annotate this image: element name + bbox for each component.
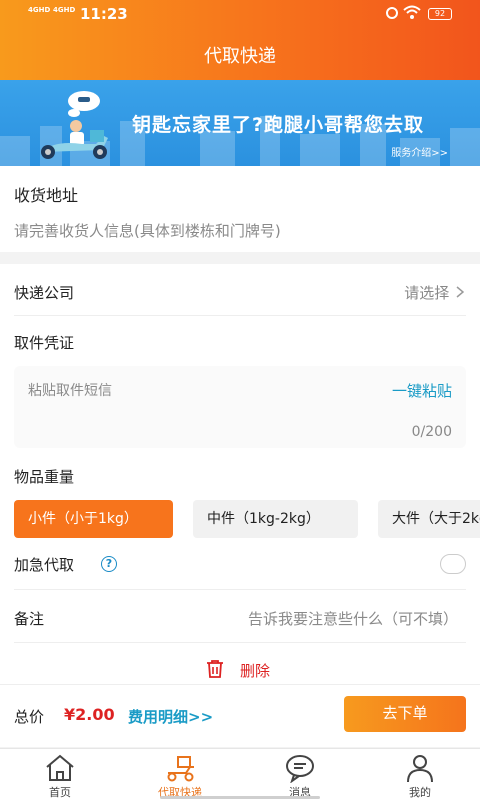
address-section[interactable]: 收货地址 请完善收货人信息(具体到楼栋和门牌号) xyxy=(0,166,480,252)
service-intro-link[interactable]: 服务介绍>> xyxy=(391,144,448,159)
paste-button[interactable]: 一键粘贴 xyxy=(392,380,452,401)
bottom-tab-bar: 首页 代取快递 消息 我的 xyxy=(0,748,480,800)
delivery-scooter-icon xyxy=(167,756,194,782)
weight-option-large[interactable]: 大件（大于2kg） xyxy=(378,500,480,538)
message-icon xyxy=(286,755,314,783)
divider xyxy=(14,642,466,643)
alarm-icon xyxy=(386,7,398,19)
battery-icon: 92 xyxy=(428,8,452,20)
remark-input[interactable]: 告诉我要注意些什么（可不填） xyxy=(248,608,458,629)
user-icon xyxy=(407,755,433,783)
urgent-label: 加急代取 xyxy=(14,556,75,574)
tab-home[interactable]: 首页 xyxy=(0,749,120,800)
top-header: 4GHD 4GHD 11:23 92 代取快递 xyxy=(0,0,480,80)
total-amount: ¥2.00 xyxy=(64,705,115,724)
pickup-message-input[interactable]: 粘贴取件短信 一键粘贴 0/200 xyxy=(14,366,466,448)
delivery-rider-illustration xyxy=(41,91,108,159)
place-order-button[interactable]: 去下单 xyxy=(344,696,466,732)
home-indicator xyxy=(160,796,320,799)
status-bar: 4GHD 4GHD 11:23 92 xyxy=(0,0,480,28)
network-indicator-2: 4GHD xyxy=(53,6,76,14)
total-label: 总价 xyxy=(14,708,45,726)
urgent-toggle[interactable] xyxy=(440,554,466,574)
trash-icon xyxy=(206,659,224,683)
tab-profile[interactable]: 我的 xyxy=(360,749,480,800)
delete-label: 删除 xyxy=(240,662,271,680)
tab-profile-label: 我的 xyxy=(409,786,431,799)
chevron-right-icon xyxy=(456,284,465,302)
status-time: 11:23 xyxy=(80,5,128,23)
remark-label: 备注 xyxy=(14,610,45,628)
home-icon xyxy=(46,754,74,781)
char-counter: 0/200 xyxy=(411,424,452,440)
tab-express-pickup[interactable]: 代取快递 xyxy=(120,749,240,800)
address-title: 收货地址 xyxy=(14,186,79,205)
banner-slogan: 钥匙忘家里了?跑腿小哥帮您去取 xyxy=(132,114,425,136)
divider xyxy=(0,684,480,685)
wifi-icon xyxy=(402,4,422,24)
promo-banner[interactable]: 钥匙忘家里了?跑腿小哥帮您去取 服务介绍>> xyxy=(0,80,480,166)
weight-label: 物品重量 xyxy=(14,468,75,486)
pickup-placeholder: 粘贴取件短信 xyxy=(28,383,112,399)
divider xyxy=(14,315,466,316)
page-title: 代取快递 xyxy=(204,46,276,67)
tab-home-label: 首页 xyxy=(49,786,71,799)
address-placeholder[interactable]: 请完善收货人信息(具体到楼栋和门牌号) xyxy=(14,220,281,241)
order-form: 快递公司 请选择 取件凭证 粘贴取件短信 一键粘贴 0/200 物品重量 小件（… xyxy=(0,264,480,747)
weight-option-small[interactable]: 小件（小于1kg） xyxy=(14,500,173,538)
tab-messages[interactable]: 消息 xyxy=(240,749,360,800)
courier-select-value: 请选择 xyxy=(404,284,450,302)
weight-option-medium[interactable]: 中件（1kg-2kg） xyxy=(193,500,358,538)
courier-label: 快递公司 xyxy=(14,284,75,302)
divider xyxy=(14,589,466,590)
pickup-label: 取件凭证 xyxy=(14,334,75,352)
question-circle-icon[interactable]: ? xyxy=(101,556,117,572)
courier-select[interactable]: 请选择 xyxy=(404,282,465,303)
fee-detail-link[interactable]: 费用明细>> xyxy=(128,706,213,727)
network-indicator-1: 4GHD xyxy=(28,6,51,14)
delete-button[interactable]: 删除 xyxy=(0,658,480,682)
